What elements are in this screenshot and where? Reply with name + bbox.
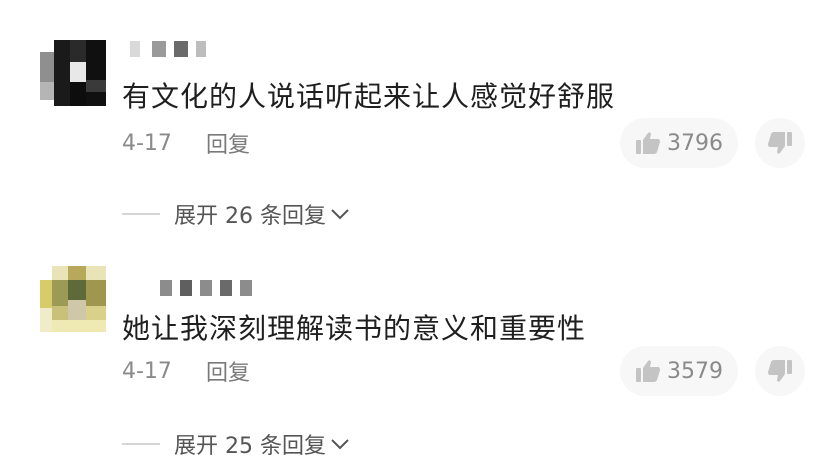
dislike-button[interactable] bbox=[755, 346, 805, 396]
comment-meta: 4-17 回复 bbox=[122, 355, 250, 387]
expand-replies-label: 展开 25 条回复 bbox=[174, 434, 326, 459]
reply-button[interactable]: 回复 bbox=[206, 127, 250, 159]
chevron-down-icon bbox=[330, 437, 350, 451]
expand-replies-label: 展开 26 条回复 bbox=[174, 204, 326, 229]
dislike-button[interactable] bbox=[755, 118, 805, 168]
thumbs-up-icon bbox=[636, 132, 660, 154]
avatar[interactable] bbox=[40, 266, 106, 332]
comment-date: 4-17 bbox=[122, 130, 172, 156]
comment-text: 有文化的人说话听起来让人感觉好舒服 bbox=[122, 80, 616, 113]
thumbs-down-icon bbox=[768, 360, 792, 382]
comment-meta: 4-17 回复 bbox=[122, 127, 250, 159]
comment-date: 4-17 bbox=[122, 358, 172, 384]
avatar-image bbox=[40, 266, 106, 332]
comment-item: 有文化的人说话听起来让人感觉好舒服 4-17 回复 3796 展开 26 条回复 bbox=[0, 0, 825, 230]
chevron-down-icon bbox=[330, 207, 350, 221]
comment-text: 她让我深刻理解读书的意义和重要性 bbox=[122, 312, 587, 345]
like-button[interactable]: 3796 bbox=[620, 118, 738, 168]
divider-line bbox=[122, 213, 160, 215]
expand-replies-button[interactable]: 展开 25 条回复 bbox=[122, 428, 350, 460]
avatar-image bbox=[40, 40, 106, 106]
avatar[interactable] bbox=[40, 40, 106, 106]
thumbs-up-icon bbox=[636, 360, 660, 382]
comment-item: 她让我深刻理解读书的意义和重要性 4-17 回复 3579 展开 25 条回复 bbox=[0, 232, 825, 462]
like-count: 3796 bbox=[667, 130, 723, 156]
like-button[interactable]: 3579 bbox=[620, 346, 738, 396]
expand-replies-button[interactable]: 展开 26 条回复 bbox=[122, 198, 350, 230]
like-count: 3579 bbox=[667, 358, 723, 384]
reply-button[interactable]: 回复 bbox=[206, 355, 250, 387]
divider-line bbox=[122, 443, 160, 445]
thumbs-down-icon bbox=[768, 132, 792, 154]
